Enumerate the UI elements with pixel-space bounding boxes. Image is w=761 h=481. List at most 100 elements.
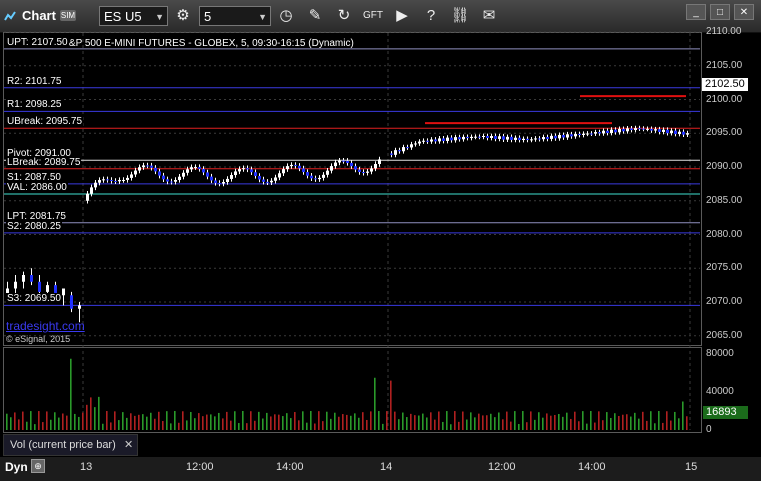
candle-body <box>614 129 617 133</box>
candle-body <box>138 167 141 171</box>
candle-body <box>454 137 457 141</box>
candle-body <box>90 187 93 194</box>
candle-body <box>398 150 401 152</box>
price-axis-tick: 2075.00 <box>706 262 743 274</box>
candle-body <box>274 177 277 181</box>
candle-body <box>334 162 337 167</box>
candle-body <box>166 179 169 182</box>
candle-body <box>566 134 569 138</box>
volume-current-label: 16893 <box>703 406 748 419</box>
candle-body <box>314 178 317 180</box>
level-label: UPT: 2107.50 <box>6 36 69 48</box>
candle-body <box>546 137 549 139</box>
candle-body <box>618 128 621 133</box>
candle-body <box>582 133 585 136</box>
candle-body <box>222 182 225 184</box>
candle-body <box>154 167 157 172</box>
candle-body <box>354 166 357 170</box>
candle-body <box>86 193 89 201</box>
zoom-icon[interactable]: ⊕ <box>31 459 45 473</box>
candle-body <box>466 136 469 139</box>
candle-body <box>134 170 137 175</box>
candle-body <box>250 169 253 173</box>
candle-body <box>570 134 573 137</box>
time-axis-tick: 12:00 <box>186 461 214 473</box>
candle-body <box>430 139 433 142</box>
candle-body <box>318 177 321 180</box>
time-axis-tick: 14:00 <box>276 461 304 473</box>
candle-body <box>678 131 681 135</box>
candle-body <box>470 136 473 139</box>
candle-body <box>406 147 409 149</box>
candle-body <box>630 128 633 131</box>
price-axis-tick: 2070.00 <box>706 296 743 307</box>
time-axis-tick: 15 <box>685 461 698 473</box>
candle-body <box>506 136 509 140</box>
candle-body <box>474 136 477 138</box>
candle-body <box>350 162 353 167</box>
candle-body <box>286 166 289 170</box>
level-label: UBreak: 2095.75 <box>6 116 84 128</box>
volume-panel[interactable] <box>3 347 702 433</box>
price-axis-tick: 2090.00 <box>706 161 743 172</box>
candle-body <box>338 160 341 163</box>
price-axis-tick: 2095.00 <box>706 127 743 139</box>
candle-body <box>326 170 329 175</box>
candle-body <box>554 135 557 139</box>
candle-body <box>322 174 325 178</box>
candle-body <box>414 143 417 145</box>
level-label: S3: 2069.50 <box>6 293 62 305</box>
candle-body <box>230 175 233 179</box>
candle-body <box>358 169 361 173</box>
candle-body <box>638 128 641 130</box>
time-axis-tick: 14 <box>380 461 393 473</box>
candle-body <box>14 281 17 289</box>
candle-body <box>374 164 377 169</box>
candle-body <box>590 133 593 135</box>
candle-body <box>198 167 201 169</box>
dyn-button[interactable]: Dyn <box>5 460 28 474</box>
candle-body <box>494 136 497 139</box>
candle-body <box>346 160 349 163</box>
volume-legend[interactable]: Vol (current price bar) ✕ <box>3 434 138 456</box>
candle-body <box>94 182 97 188</box>
candle-body <box>282 169 285 174</box>
close-icon[interactable]: ✕ <box>124 438 133 451</box>
copyright: © eSignal, 2015 <box>6 334 71 344</box>
candle-body <box>214 180 217 183</box>
candle-body <box>486 135 489 138</box>
candle-body <box>118 180 121 182</box>
candle-body <box>522 138 525 141</box>
candle-body <box>650 128 653 131</box>
candle-body <box>442 138 445 141</box>
candle-body <box>578 133 581 136</box>
candle-body <box>598 132 601 134</box>
candle-body <box>218 182 221 184</box>
candle-body <box>182 172 185 177</box>
candle-body <box>498 136 501 139</box>
candle-body <box>114 180 117 182</box>
candle-body <box>642 128 645 130</box>
candle-body <box>70 295 73 309</box>
candle-body <box>238 169 241 172</box>
candle-body <box>294 164 297 166</box>
candle-body <box>310 175 313 179</box>
candle-body <box>558 134 561 139</box>
candle-body <box>626 128 629 132</box>
candle-body <box>634 128 637 131</box>
candle-body <box>450 137 453 141</box>
candle-body <box>410 144 413 148</box>
candle-body <box>262 179 265 182</box>
candle-body <box>502 136 505 140</box>
volume-axis-tick: 0 <box>706 424 712 435</box>
candle-body <box>210 176 213 181</box>
candle-body <box>102 179 105 181</box>
candle-body <box>158 171 161 176</box>
candle-body <box>46 285 49 292</box>
candle-body <box>302 168 305 173</box>
price-axis-tick: 2080.00 <box>706 228 743 240</box>
candle-body <box>418 141 421 144</box>
candle-body <box>146 165 149 167</box>
candle-body <box>530 139 533 141</box>
price-axis-tick: 2105.00 <box>706 59 743 71</box>
